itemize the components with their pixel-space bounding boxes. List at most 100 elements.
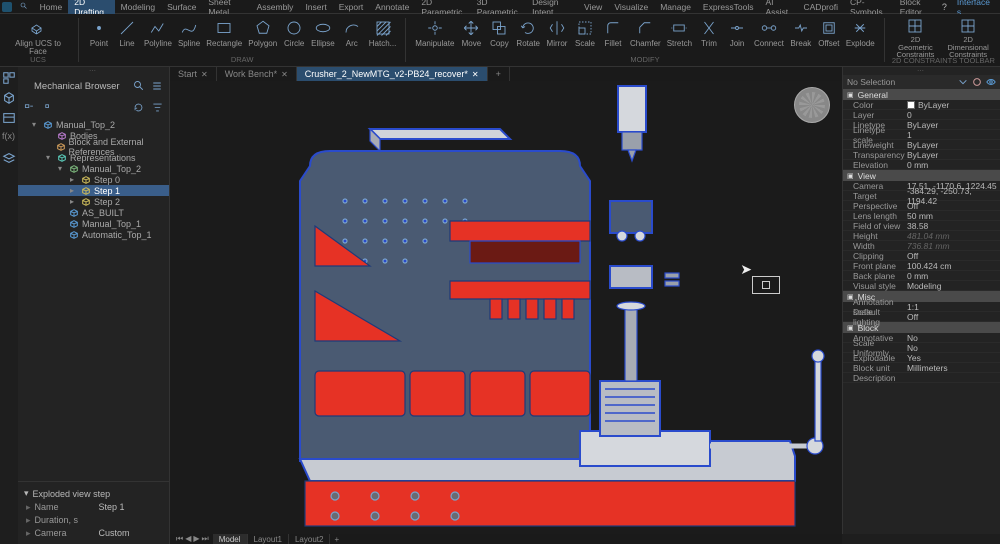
- prop-explodable[interactable]: ExplodableYes: [843, 353, 1000, 363]
- hatch--button[interactable]: Hatch...: [366, 16, 400, 57]
- prev-icon[interactable]: ◀: [185, 534, 191, 544]
- add-tab-button[interactable]: +: [488, 67, 510, 81]
- join-button[interactable]: Join: [723, 16, 751, 57]
- prop-layer[interactable]: Layer0: [843, 110, 1000, 120]
- tree-node-automatic_top_1[interactable]: Automatic_Top_1: [18, 229, 169, 240]
- step-prop-duration-s[interactable]: ▸Duration, s: [20, 514, 167, 527]
- align-ucs-button[interactable]: Align UCS to Face: [4, 16, 72, 57]
- layout-tab-layout1[interactable]: Layout1: [248, 534, 289, 544]
- help-icon[interactable]: ?: [942, 2, 947, 12]
- mirror-button[interactable]: Mirror: [543, 16, 571, 57]
- tree-icon[interactable]: [2, 111, 16, 125]
- prop-width[interactable]: Width736.81 mm: [843, 241, 1000, 251]
- fillet-button[interactable]: Fillet: [599, 16, 627, 57]
- prop-front-plane[interactable]: Front plane100.424 cm: [843, 261, 1000, 271]
- panel-grip[interactable]: ⋯: [843, 67, 1000, 75]
- menu-view[interactable]: View: [578, 2, 608, 12]
- first-icon[interactable]: ⏮: [176, 534, 183, 544]
- trim-button[interactable]: Trim: [695, 16, 723, 57]
- expand-icon[interactable]: [43, 102, 54, 113]
- prop-linetype-scale[interactable]: Linetype scale1: [843, 130, 1000, 140]
- tree-node-manual_top_2[interactable]: ▾Manual_Top_2: [18, 163, 169, 174]
- view-cube[interactable]: [794, 87, 830, 123]
- layout-tab-layout2[interactable]: Layout2: [289, 534, 330, 544]
- tree-node-manual_top_2[interactable]: ▾Manual_Top_2: [18, 119, 169, 130]
- prop-description[interactable]: Description: [843, 373, 1000, 383]
- last-icon[interactable]: ⏭: [202, 534, 209, 544]
- tree-node-step-2[interactable]: ▸Step 2: [18, 196, 169, 207]
- menu-icon[interactable]: [151, 80, 163, 92]
- doc-tab-work-bench-[interactable]: Work Bench*✕: [217, 67, 297, 81]
- add-layout-button[interactable]: +: [330, 535, 343, 544]
- panel-icon-1[interactable]: [2, 71, 16, 85]
- tree-node-block-and-external-references[interactable]: Block and External References: [18, 141, 169, 152]
- rectangle-button[interactable]: Rectangle: [203, 16, 245, 57]
- 2d-dimensional-constraints-button[interactable]: 2D DimensionalConstraints: [940, 16, 996, 58]
- step-prop-name[interactable]: ▸NameStep 1: [20, 501, 167, 514]
- fx-icon[interactable]: f(x): [2, 131, 16, 145]
- point-button[interactable]: Point: [85, 16, 113, 57]
- offset-button[interactable]: Offset: [815, 16, 843, 57]
- menu-visualize[interactable]: Visualize: [608, 2, 654, 12]
- prop-color[interactable]: ColorByLayer: [843, 100, 1000, 110]
- close-icon[interactable]: ✕: [472, 70, 479, 79]
- menu-expresstools[interactable]: ExpressTools: [697, 2, 760, 12]
- move-button[interactable]: Move: [457, 16, 485, 57]
- panel-grip[interactable]: ⋯: [18, 67, 169, 75]
- props-section-view[interactable]: ▣View: [843, 170, 1000, 181]
- prop-back-plane[interactable]: Back plane0 mm: [843, 271, 1000, 281]
- prop-target[interactable]: Target-384.29, -250.73, 1194.42: [843, 191, 1000, 201]
- ellipse-button[interactable]: Ellipse: [308, 16, 338, 57]
- spline-button[interactable]: Spline: [175, 16, 203, 57]
- line-button[interactable]: Line: [113, 16, 141, 57]
- doc-tab-start[interactable]: Start✕: [170, 67, 217, 81]
- 2d-geometric-constraints-button[interactable]: 2D GeometricConstraints: [891, 16, 941, 58]
- search-icon[interactable]: [133, 80, 145, 92]
- menu-manage[interactable]: Manage: [654, 2, 697, 12]
- menu-annotate[interactable]: Annotate: [369, 2, 415, 12]
- filter-icon[interactable]: [152, 102, 163, 113]
- prop-block-unit[interactable]: Block unitMillimeters: [843, 363, 1000, 373]
- scale-button[interactable]: Scale: [571, 16, 599, 57]
- menu-home[interactable]: Home: [34, 2, 69, 12]
- model-viewport[interactable]: ➤: [170, 81, 842, 534]
- polygon-button[interactable]: Polygon: [245, 16, 280, 57]
- refresh-icon[interactable]: [133, 102, 144, 113]
- prop-lineweight[interactable]: LineweightByLayer: [843, 140, 1000, 150]
- prop-height[interactable]: Height481.04 mm: [843, 231, 1000, 241]
- layers-icon[interactable]: [2, 151, 16, 165]
- menu-surface[interactable]: Surface: [161, 2, 202, 12]
- rotate-button[interactable]: Rotate: [513, 16, 543, 57]
- close-icon[interactable]: ✕: [201, 70, 208, 79]
- manipulate-button[interactable]: Manipulate: [412, 16, 457, 57]
- collapse-icon[interactable]: [24, 102, 35, 113]
- prop-visual-style[interactable]: Visual styleModeling: [843, 281, 1000, 291]
- chevron-down-icon[interactable]: ▾: [24, 488, 29, 499]
- close-icon[interactable]: ✕: [281, 70, 288, 79]
- menu-assembly[interactable]: Assembly: [251, 2, 300, 12]
- prop-transparency[interactable]: TransparencyByLayer: [843, 150, 1000, 160]
- prop-clipping[interactable]: ClippingOff: [843, 251, 1000, 261]
- polyline-button[interactable]: Polyline: [141, 16, 175, 57]
- prop-scale-uniformly[interactable]: Scale UniformlyNo: [843, 343, 1000, 353]
- tree-node-as_built[interactable]: AS_BUILT: [18, 207, 169, 218]
- eye-icon[interactable]: [986, 77, 996, 87]
- menu-export[interactable]: Export: [333, 2, 370, 12]
- connect-button[interactable]: Connect: [751, 16, 787, 57]
- chamfer-button[interactable]: Chamfer: [627, 16, 664, 57]
- dropdown-icon[interactable]: [958, 77, 968, 87]
- search-icon[interactable]: [20, 2, 28, 12]
- props-section-general[interactable]: ▣General: [843, 89, 1000, 100]
- tree-node-manual_top_1[interactable]: Manual_Top_1: [18, 218, 169, 229]
- prop-elevation[interactable]: Elevation0 mm: [843, 160, 1000, 170]
- cube-icon[interactable]: [2, 91, 16, 105]
- arc-button[interactable]: Arc: [338, 16, 366, 57]
- layout-tab-model[interactable]: Model: [213, 534, 248, 544]
- step-prop-camera[interactable]: ▸CameraCustom: [20, 527, 167, 540]
- prop-default-lighting[interactable]: Default lightingOff: [843, 312, 1000, 322]
- tree-node-step-1[interactable]: ▸Step 1: [18, 185, 169, 196]
- explode-button[interactable]: Explode: [843, 16, 878, 57]
- copy-button[interactable]: Copy: [485, 16, 513, 57]
- prop-lens-length[interactable]: Lens length50 mm: [843, 211, 1000, 221]
- next-icon[interactable]: ▶: [193, 534, 199, 544]
